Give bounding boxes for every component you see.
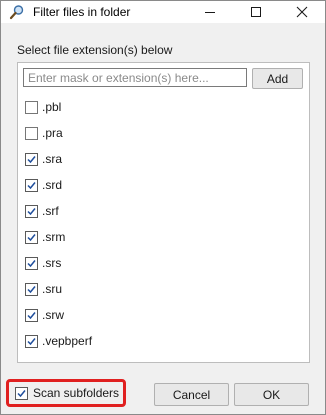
extension-item[interactable]: .srw bbox=[22, 302, 302, 328]
checkmark-icon bbox=[27, 311, 36, 319]
extension-item[interactable]: .vepbperf bbox=[22, 328, 302, 354]
filter-files-dialog: Filter files in folder Select file exten… bbox=[0, 0, 326, 415]
cancel-button[interactable]: Cancel bbox=[154, 383, 229, 406]
extension-label: .vepbperf bbox=[42, 334, 93, 348]
extension-item[interactable]: .srm bbox=[22, 224, 302, 250]
checkmark-icon bbox=[27, 285, 36, 293]
extension-item[interactable]: .sru bbox=[22, 276, 302, 302]
extension-label: .srs bbox=[42, 256, 62, 270]
extension-label: .srd bbox=[42, 178, 63, 192]
checkmark-icon bbox=[27, 207, 36, 215]
extension-checkbox[interactable] bbox=[25, 256, 38, 270]
extension-item[interactable]: .srf bbox=[22, 198, 302, 224]
extension-item[interactable]: .pbl bbox=[22, 94, 302, 120]
extension-label: .pra bbox=[42, 126, 63, 140]
scan-subfolders-highlight: Scan subfolders bbox=[6, 379, 126, 407]
checkmark-icon bbox=[27, 233, 36, 241]
checkmark-icon bbox=[27, 181, 36, 189]
magnifier-icon bbox=[9, 4, 25, 20]
scan-subfolders-checkbox[interactable] bbox=[15, 386, 28, 400]
extension-checkbox[interactable] bbox=[25, 204, 38, 218]
extension-item[interactable]: .srd bbox=[22, 172, 302, 198]
extension-label: .pbl bbox=[42, 100, 62, 114]
checkmark-icon bbox=[27, 337, 36, 345]
extension-checkbox[interactable] bbox=[25, 126, 38, 140]
extension-label: .srw bbox=[42, 308, 64, 322]
extension-label: .sru bbox=[42, 282, 63, 296]
close-icon bbox=[296, 6, 308, 18]
extension-checkbox[interactable] bbox=[25, 178, 38, 192]
extension-checkbox[interactable] bbox=[25, 230, 38, 244]
extension-item[interactable]: .srs bbox=[22, 250, 302, 276]
extension-item[interactable]: .pra bbox=[22, 120, 302, 146]
instruction-text: Select file extension(s) below bbox=[17, 43, 173, 57]
extension-checkbox[interactable] bbox=[25, 334, 38, 348]
extension-checkbox[interactable] bbox=[25, 100, 38, 114]
extension-label: .srf bbox=[42, 204, 59, 218]
scan-subfolders-label: Scan subfolders bbox=[33, 386, 120, 400]
maximize-icon bbox=[251, 7, 261, 17]
minimize-button[interactable] bbox=[187, 1, 233, 23]
mask-input[interactable] bbox=[23, 68, 247, 87]
extension-checkbox[interactable] bbox=[25, 308, 38, 322]
maximize-button[interactable] bbox=[233, 1, 279, 23]
add-button[interactable]: Add bbox=[252, 68, 303, 89]
checkmark-icon bbox=[27, 259, 36, 267]
extension-checkbox[interactable] bbox=[25, 152, 38, 166]
extension-label: .srm bbox=[42, 230, 66, 244]
close-button[interactable] bbox=[279, 1, 325, 23]
extension-list: .pbl .pra .sra .srd .srf .srm .srs .sru .srw .vep… bbox=[22, 94, 302, 354]
extension-item[interactable]: .sra bbox=[22, 146, 302, 172]
ok-button[interactable]: OK bbox=[234, 383, 309, 406]
window-title: Filter files in folder bbox=[33, 5, 131, 19]
extension-list-panel: Add .pbl .pra .sra .srd .srf .srm .srs .sru .srw… bbox=[17, 62, 310, 363]
checkmark-icon bbox=[27, 155, 36, 163]
title-bar: Filter files in folder bbox=[1, 1, 325, 23]
extension-label: .sra bbox=[42, 152, 63, 166]
checkmark-icon bbox=[17, 389, 26, 397]
extension-checkbox[interactable] bbox=[25, 282, 38, 296]
minimize-icon bbox=[205, 12, 215, 13]
